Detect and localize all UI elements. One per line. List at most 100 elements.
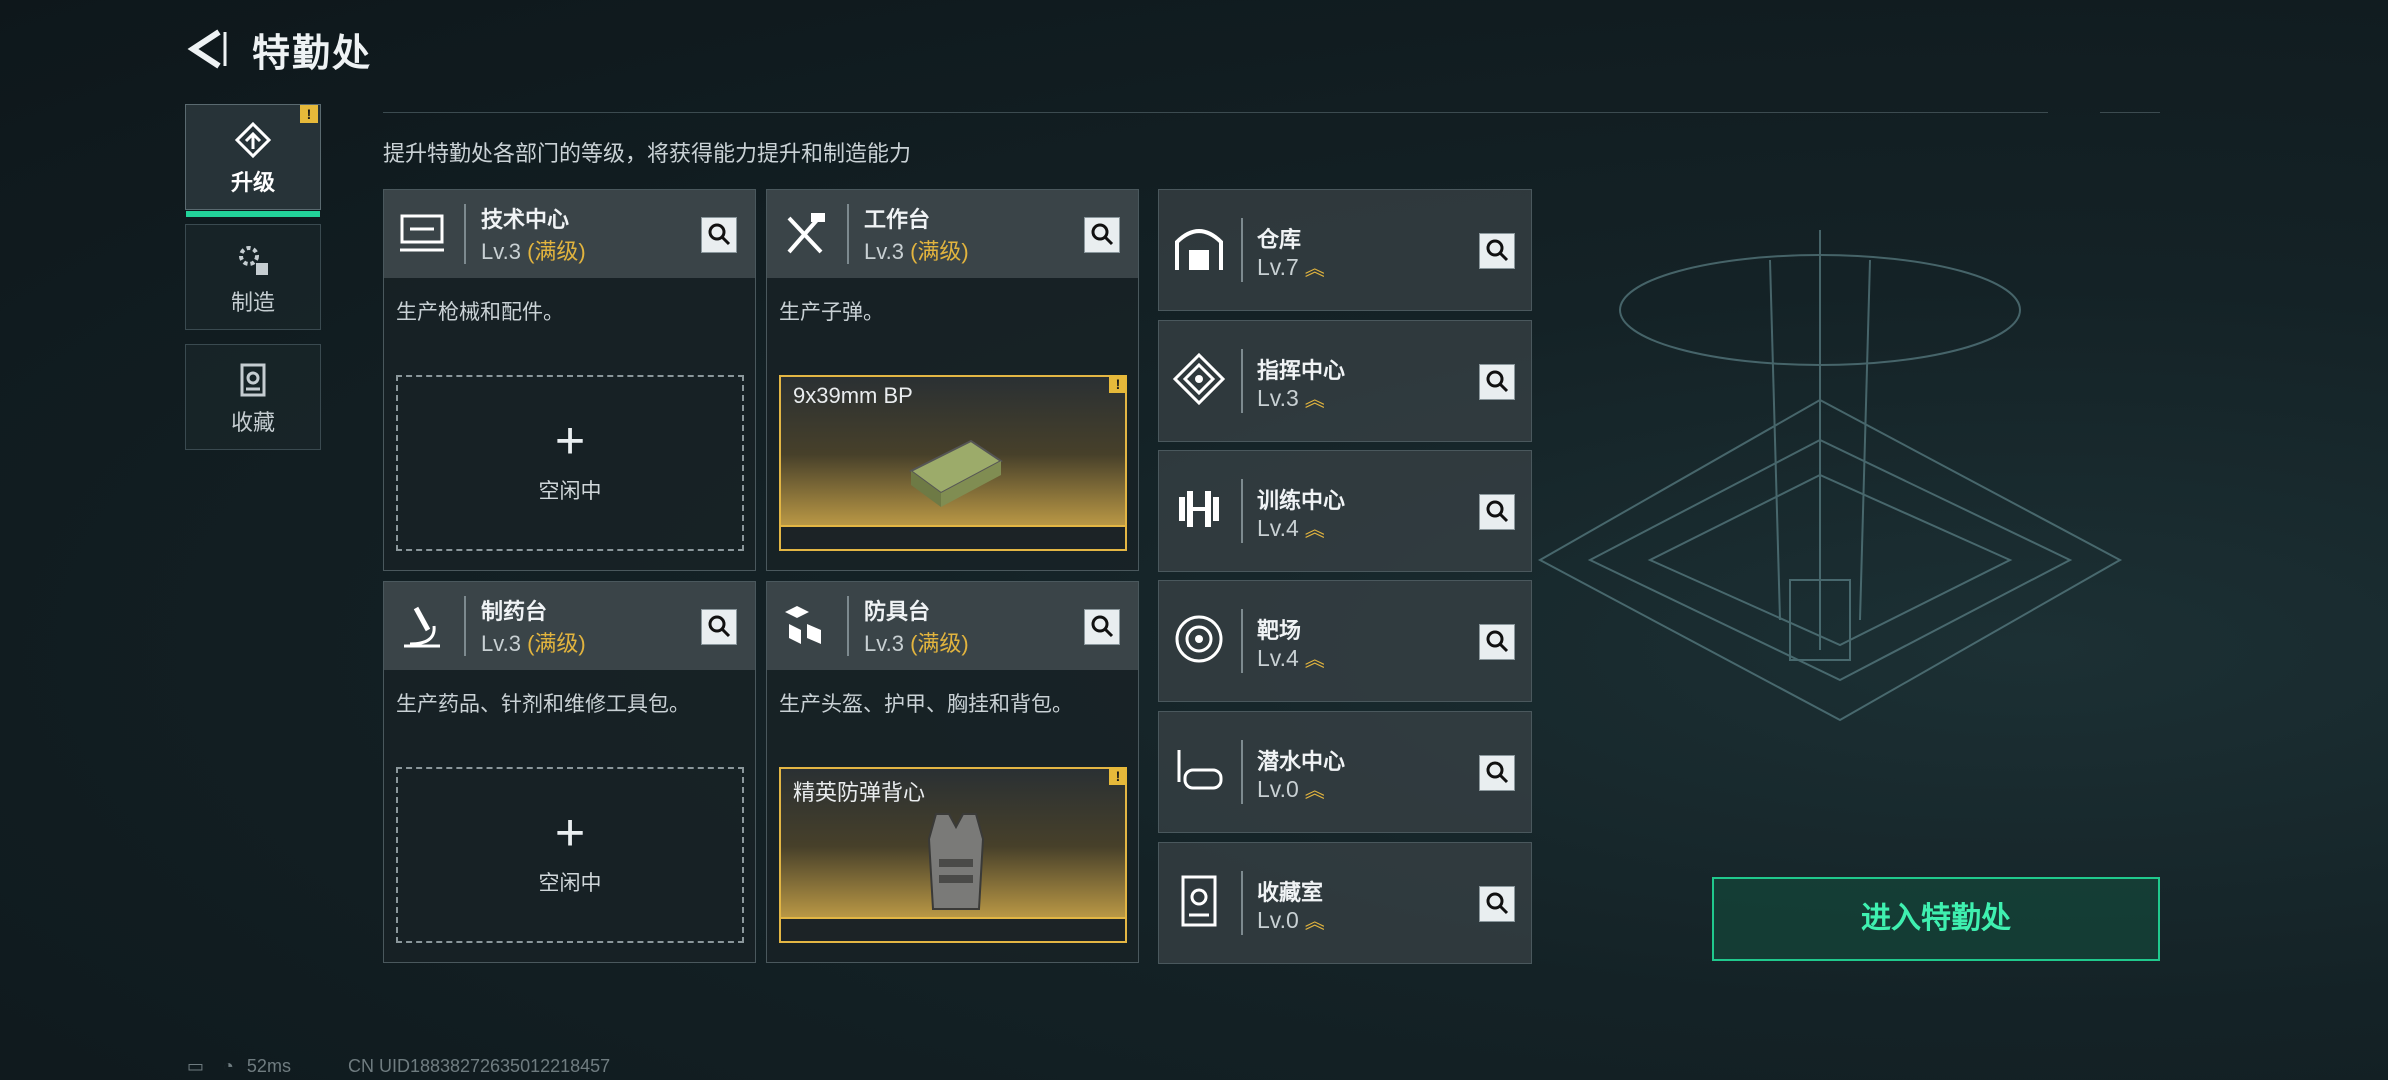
production-progress-bar [781,525,1125,549]
card-description: 生产枪械和配件。 [396,301,564,324]
search-icon [708,223,731,246]
diving-mask-icon [1177,750,1223,790]
facility-name: 训练中心 [1257,488,1346,513]
facility-level: Lv.4 ︽ [1257,645,1325,671]
nav-tab-upgrade-label: 升级 [230,170,275,195]
card-name: 防具台 [864,599,931,624]
plus-icon: + [554,804,586,862]
microscope-icon [404,606,440,648]
facility-level: Lv.4 ︽ [1257,515,1325,541]
facility-level: Lv.0 ︽ [1257,907,1325,933]
search-icon [1486,630,1509,653]
nav-tab-collection[interactable]: 收藏 [185,344,321,450]
search-button[interactable] [1084,217,1120,253]
search-button[interactable] [1084,609,1120,645]
base-blueprint-illustration [1537,230,2123,722]
facility-name: 指挥中心 [1257,358,1346,383]
back-arrow-icon [187,29,227,69]
idle-label: 空闲中 [538,480,602,503]
status-bar: ▭ ◔ 52ms CN UID18838272635012218457 [187,1056,610,1077]
back-button[interactable] [185,26,227,72]
facility-item-warehouse[interactable]: 仓库 Lv.7 ︽ [1158,189,1532,311]
search-button[interactable] [701,609,737,645]
search-button[interactable] [1479,624,1515,660]
card-level: Lv.3 (满级) [864,631,969,656]
facility-item-shooting-range[interactable]: 靶场 Lv.4 ︽ [1158,580,1532,702]
ready-badge: ! [1109,375,1127,393]
upgrade-icon [234,121,272,159]
facility-level: Lv.0 ︽ [1257,776,1325,802]
card-description: 生产头盔、护甲、胸挂和背包。 [779,693,1073,716]
facility-card-workbench[interactable]: 工作台 Lv.3 (满级) 生产子弹。 9x39mm BP ! [766,189,1139,571]
facility-name: 收藏室 [1257,880,1324,905]
plus-icon: + [554,412,586,470]
nav-upgrade-badge: ! [300,105,318,123]
collection-icon [240,363,266,397]
collection-room-icon [1181,875,1217,927]
nav-tab-craft-label: 制造 [230,290,275,315]
dumbbell-icon [1179,491,1219,527]
search-icon [1486,500,1509,523]
user-uid: CN UID18838272635012218457 [347,1056,611,1076]
search-icon [1486,370,1509,393]
enter-special-ops-button[interactable]: 进入特勤处 [1712,877,2160,961]
facility-name: 仓库 [1257,227,1302,252]
card-name: 制药台 [481,599,548,624]
computer-icon [400,214,444,252]
product-name: 精英防弹背心 [793,780,926,805]
armor-blocks-icon [785,606,821,644]
facility-level: Lv.3 ︽ [1257,385,1325,411]
page-subtitle: 提升特勤处各部门的等级，将获得能力提升和制造能力 [383,141,912,166]
nav-tab-craft[interactable]: 制造 [185,224,321,330]
search-icon [1486,761,1509,784]
production-slot[interactable]: 精英防弹背心 ! [779,767,1127,943]
idle-label: 空闲中 [538,872,602,895]
production-progress-bar [781,917,1125,941]
card-name: 技术中心 [481,207,570,232]
gear-icon [239,246,268,275]
ping-value: 52ms [246,1056,291,1076]
facility-card-pharmacy[interactable]: 制药台 Lv.3 (满级) 生产药品、针剂和维修工具包。 + 空闲中 [383,581,756,963]
facility-name: 靶场 [1257,618,1302,643]
command-center-icon [1172,352,1226,406]
card-level: Lv.3 (满级) [864,239,969,264]
card-level: Lv.3 (满级) [481,239,586,264]
search-button[interactable] [1479,233,1515,269]
facility-item-command-center[interactable]: 指挥中心 Lv.3 ︽ [1158,320,1532,442]
facility-card-tech-center[interactable]: 技术中心 Lv.3 (满级) 生产枪械和配件。 + 空闲中 [383,189,756,571]
facility-item-collection-room[interactable]: 收藏室 Lv.0 ︽ [1158,842,1532,964]
card-name: 工作台 [864,207,931,232]
card-description: 生产子弹。 [779,301,884,324]
search-icon [1486,239,1509,262]
facility-item-diving-center[interactable]: 潜水中心 Lv.0 ︽ [1158,711,1532,833]
decor-line [2100,112,2160,113]
search-button[interactable] [701,217,737,253]
facility-level: Lv.7 ︽ [1257,254,1325,280]
production-slot[interactable]: 9x39mm BP ! [779,375,1127,551]
nav-tab-upgrade[interactable]: 升级 ! [185,104,321,217]
card-description: 生产药品、针剂和维修工具包。 [396,693,690,716]
search-button[interactable] [1479,886,1515,922]
facility-name: 潜水中心 [1257,749,1346,774]
page-title: 特勤处 [252,33,373,75]
search-icon [1091,615,1114,638]
search-button[interactable] [1479,755,1515,791]
vest-icon [927,813,985,910]
search-icon [1091,223,1114,246]
facility-card-armor-bench[interactable]: 防具台 Lv.3 (满级) 生产头盔、护甲、胸挂和背包。 精英防弹背心 ! [766,581,1139,963]
product-name: 9x39mm BP [793,383,913,408]
ammo-box-icon [909,439,1003,507]
idle-slot[interactable]: + 空闲中 [396,375,744,551]
nav-tab-collection-label: 收藏 [230,410,275,435]
ready-badge: ! [1109,767,1127,785]
warehouse-icon [1175,229,1223,270]
search-button[interactable] [1479,494,1515,530]
tools-icon [787,213,825,254]
header-divider [383,112,2048,113]
card-level: Lv.3 (满级) [481,631,586,656]
search-button[interactable] [1479,364,1515,400]
idle-slot[interactable]: + 空闲中 [396,767,744,943]
wifi-icon: ◔ [223,1056,234,1076]
facility-item-training-center[interactable]: 训练中心 Lv.4 ︽ [1158,450,1532,572]
search-icon [1486,892,1509,915]
